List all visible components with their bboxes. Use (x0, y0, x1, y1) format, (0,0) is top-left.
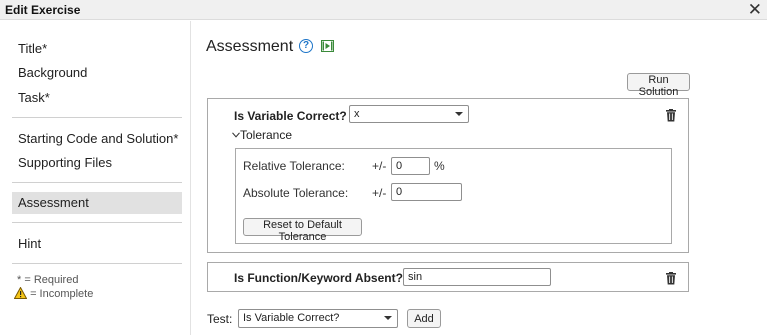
relative-tolerance-input[interactable]: 0 (391, 157, 430, 175)
absolute-tolerance-input[interactable]: 0 (391, 183, 462, 201)
test-type-select[interactable]: Is Variable Correct? (238, 309, 398, 328)
chevron-down-icon (232, 132, 240, 138)
sidebar-item-hint[interactable]: Hint (18, 236, 41, 251)
trash-icon[interactable] (666, 272, 676, 285)
relative-unit-label: % (434, 159, 445, 173)
sidebar-item-starting-code[interactable]: Starting Code and Solution* (18, 131, 178, 146)
sidebar-item-supporting-files[interactable]: Supporting Files (18, 155, 112, 170)
sidebar: Title* Background Task* Starting Code an… (0, 21, 191, 335)
help-icon[interactable]: ? (299, 39, 313, 53)
tolerance-box: Relative Tolerance: +/- 0 % Absolute Tol… (235, 148, 672, 244)
sidebar-divider (12, 222, 182, 223)
sidebar-item-task[interactable]: Task* (18, 90, 50, 105)
chevron-down-icon (384, 316, 392, 320)
page-title: Assessment (206, 38, 294, 55)
absolute-pm-label: +/- (372, 186, 387, 200)
legend-required: * = Required (17, 274, 79, 286)
test-label-variable-correct: Is Variable Correct? (234, 109, 347, 123)
title-bar: Edit Exercise ✕ (0, 0, 767, 20)
sidebar-divider (12, 117, 182, 118)
close-icon[interactable]: ✕ (748, 0, 762, 20)
variable-select-value: x (354, 108, 360, 120)
absolute-tolerance-label: Absolute Tolerance: (243, 186, 349, 200)
main-content: Assessment ? Run Solution Is Variable Co… (192, 21, 767, 335)
warning-icon (14, 287, 27, 299)
sidebar-divider (12, 263, 182, 264)
relative-pm-label: +/- (372, 159, 387, 173)
video-icon[interactable] (321, 40, 334, 52)
legend-incomplete: = Incomplete (14, 287, 93, 300)
sidebar-item-title[interactable]: Title* (18, 41, 47, 56)
variable-select[interactable]: x (349, 105, 469, 123)
sidebar-item-background[interactable]: Background (18, 65, 87, 80)
window-title: Edit Exercise (5, 3, 81, 17)
sidebar-divider (12, 182, 182, 183)
reset-tolerance-button[interactable]: Reset to Default Tolerance (243, 218, 362, 243)
tolerance-toggle[interactable]: Tolerance (232, 128, 292, 142)
function-keyword-input[interactable]: sin (403, 268, 551, 286)
trash-icon[interactable] (666, 109, 676, 122)
sidebar-item-assessment[interactable]: Assessment (18, 195, 89, 210)
test-label-function-absent: Is Function/Keyword Absent? (234, 271, 403, 285)
test-panel-function-absent: Is Function/Keyword Absent? sin (207, 262, 689, 292)
test-panel-variable-correct: Is Variable Correct? x Tolerance Relativ… (207, 98, 689, 253)
add-test-button[interactable]: Add (407, 309, 441, 328)
relative-tolerance-label: Relative Tolerance: (243, 159, 345, 173)
tolerance-label: Tolerance (240, 128, 293, 142)
test-type-label: Test: (207, 312, 233, 326)
run-solution-button[interactable]: Run Solution (627, 73, 690, 98)
legend-incomplete-label: = Incomplete (30, 288, 94, 300)
chevron-down-icon (455, 112, 463, 116)
test-type-select-value: Is Variable Correct? (243, 312, 340, 324)
